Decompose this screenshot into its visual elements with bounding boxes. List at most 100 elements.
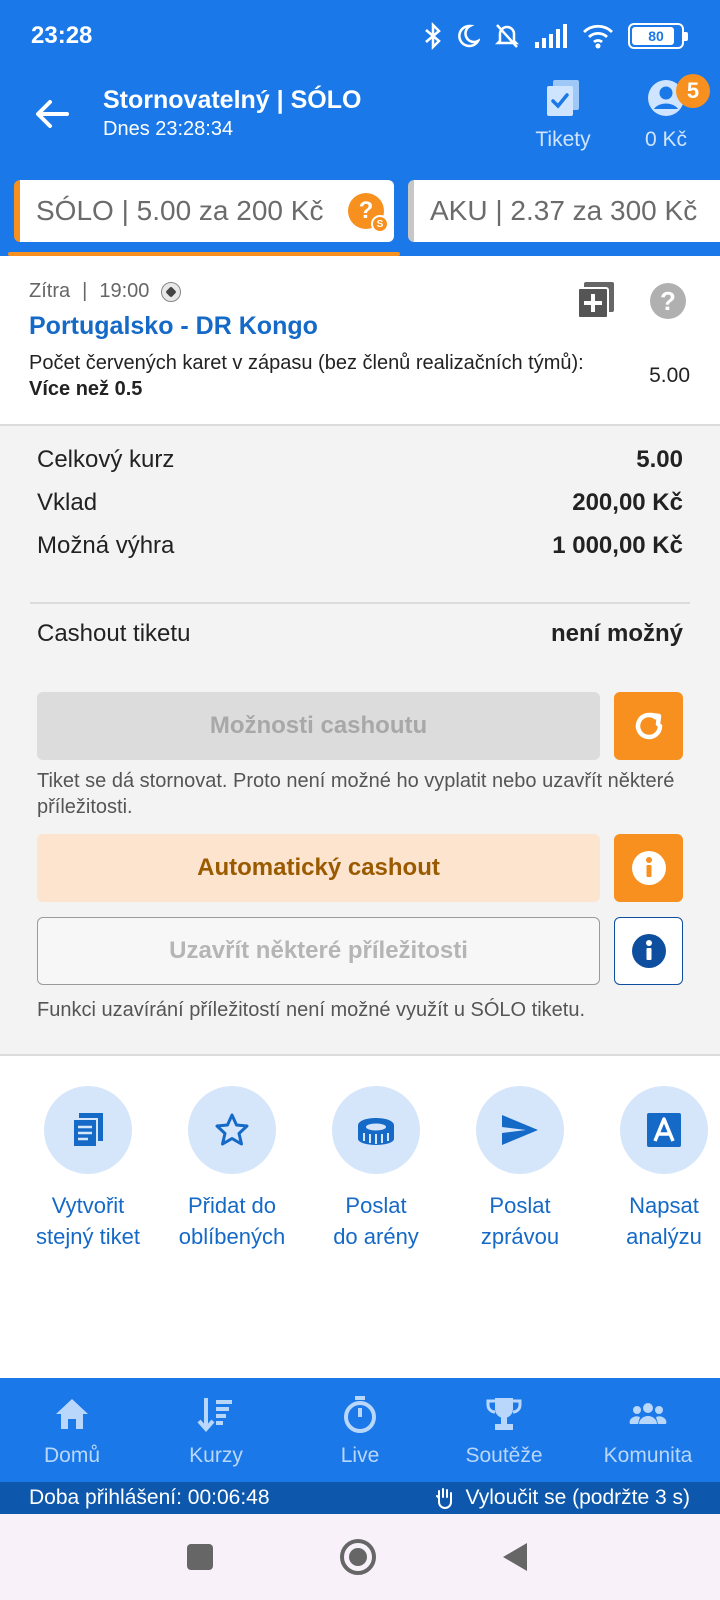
community-icon	[629, 1403, 667, 1424]
action-label-line1: Vytvořit	[51, 1193, 125, 1218]
market-name: Počet červených karet v zápasu (bez člen…	[29, 352, 584, 374]
system-navigation-bar	[0, 1514, 720, 1600]
back-system-button[interactable]	[491, 1534, 541, 1580]
self-exclude-label: Vyloučit se (podržte 3 s)	[465, 1486, 690, 1509]
stake-label: Vklad	[37, 489, 98, 516]
action-label-line2: analýzu	[626, 1224, 702, 1249]
nav-souteze-label: Soutěže	[465, 1444, 543, 1467]
action-label-line2: do arény	[333, 1224, 419, 1249]
star-icon	[215, 1113, 249, 1146]
bluetooth-icon	[425, 22, 441, 50]
football-icon	[161, 281, 182, 302]
close-opportunities-info-button[interactable]	[614, 917, 683, 985]
write-analysis-action[interactable]: Napsat analýzu	[594, 1086, 720, 1252]
refresh-button[interactable]	[614, 692, 683, 760]
ticket-summary: Celkový kurz 5.00 Vklad 200,00 Kč Možná …	[0, 426, 720, 1056]
balance-label: 0 Kč	[644, 128, 688, 151]
page-title: Stornovatelný | SÓLO	[103, 86, 362, 114]
tab-aku[interactable]: AKU | 2.37 za 300 Kč	[408, 180, 720, 242]
battery-level: 80	[648, 28, 664, 44]
action-label-line1: Přidat do	[187, 1193, 277, 1218]
action-label-line1: Napsat	[629, 1193, 699, 1218]
page-subtitle: Dnes 23:28:34	[103, 118, 234, 140]
top-header-area: 23:28 80 Stornovatelný | SÓLO Dnes 23:28…	[0, 0, 720, 256]
event-datetime: Zítra | 19:00	[29, 280, 182, 303]
app-bar: Stornovatelný | SÓLO Dnes 23:28:34 Tiket…	[0, 72, 720, 172]
action-label-line1: Poslat	[489, 1193, 551, 1218]
summary-divider	[30, 602, 690, 604]
total-odds-row: Celkový kurz 5.00	[37, 446, 683, 474]
tikety-button[interactable]: Tikety	[525, 78, 601, 152]
tickets-icon	[547, 80, 579, 116]
nav-kurzy[interactable]: Kurzy	[156, 1394, 276, 1468]
arrow-left-icon	[36, 100, 69, 128]
battery-icon: 80	[628, 23, 688, 49]
home-icon	[56, 1399, 88, 1429]
possible-win-row: Možná výhra 1 000,00 Kč	[37, 532, 683, 560]
possible-win-label: Možná výhra	[37, 532, 175, 559]
self-exclude-button[interactable]: Vyloučit se (podržte 3 s)	[434, 1486, 690, 1510]
trophy-icon	[486, 1398, 522, 1430]
triangle-back-icon	[503, 1543, 527, 1571]
nav-komunita-label: Komunita	[603, 1444, 693, 1467]
send-message-action[interactable]: Poslat zprávou	[450, 1086, 590, 1252]
event-odd: 5.00	[649, 364, 690, 387]
tab-solo[interactable]: SÓLO | 5.00 za 200 Kč ? S	[14, 180, 394, 242]
recent-apps-button[interactable]	[175, 1534, 225, 1580]
cashout-row: Cashout tiketu není možný	[37, 620, 683, 648]
possible-win-value: 1 000,00 Kč	[552, 532, 683, 559]
event-help-icon[interactable]: ?	[650, 283, 686, 319]
action-label-line2: zprávou	[480, 1224, 560, 1249]
tab-solo-label: SÓLO | 5.00 za 200 Kč	[36, 195, 324, 226]
odds-icon	[197, 1398, 232, 1433]
auto-cashout-button[interactable]: Automatický cashout	[37, 834, 600, 902]
nav-live[interactable]: Live	[300, 1394, 420, 1468]
send-to-arena-action[interactable]: Poslat do arény	[306, 1086, 446, 1252]
add-to-ticket-icon[interactable]	[576, 280, 616, 320]
help-icon[interactable]: ? S	[348, 193, 389, 233]
bottom-navigation: Domů Kurzy Live Soutěže Komunita	[0, 1378, 720, 1482]
stopwatch-icon	[344, 1396, 376, 1433]
solo-note: Funkci uzavírání příležitostí není možné…	[37, 999, 586, 1021]
signal-icon	[535, 24, 567, 48]
close-opportunities-button[interactable]: Uzavřít některé příležitosti	[37, 917, 600, 985]
action-label-line1: Poslat	[345, 1193, 407, 1218]
back-button[interactable]	[28, 90, 76, 138]
create-same-ticket-action[interactable]: Vytvořit stejný tiket	[18, 1086, 158, 1252]
event-market: Počet červených karet v zápasu (bez člen…	[29, 350, 589, 402]
selection-name: Více než 0.5	[29, 378, 143, 400]
session-duration: Doba přihlášení: 00:06:48	[29, 1486, 270, 1509]
wifi-icon	[583, 24, 613, 49]
nav-komunita[interactable]: Komunita	[588, 1394, 708, 1468]
cashout-label: Cashout tiketu	[37, 620, 191, 647]
tab-aku-label: AKU | 2.37 za 300 Kč	[430, 195, 698, 226]
cashout-options-button[interactable]: Možnosti cashoutu	[37, 692, 600, 760]
auto-cashout-info-button[interactable]	[614, 834, 683, 902]
home-system-button[interactable]	[333, 1534, 383, 1580]
ticket-tabs: SÓLO | 5.00 za 200 Kč ? S AKU | 2.37 za 3…	[0, 180, 720, 256]
arena-icon	[358, 1118, 394, 1145]
nav-kurzy-label: Kurzy	[189, 1444, 243, 1467]
event-teams[interactable]: Portugalsko - DR Kongo	[29, 312, 318, 341]
add-to-favorites-action[interactable]: Přidat do oblíbených	[162, 1086, 302, 1252]
info-icon	[631, 851, 666, 885]
status-icons: 80	[424, 18, 688, 54]
notification-badge: 5	[676, 74, 710, 108]
stake-value: 200,00 Kč	[572, 489, 683, 516]
event-time: 19:00	[99, 280, 150, 302]
nav-souteze[interactable]: Soutěže	[444, 1394, 564, 1468]
send-icon	[502, 1115, 538, 1145]
nav-live-label: Live	[340, 1444, 380, 1467]
tikety-label: Tikety	[535, 128, 591, 151]
status-bar: 23:28 80	[0, 0, 720, 72]
circle-icon	[340, 1539, 376, 1575]
cashout-value: není možný	[550, 620, 683, 647]
total-odds-label: Celkový kurz	[37, 446, 175, 473]
event-card[interactable]: Zítra | 19:00 ? Portugalsko - DR Kongo P…	[0, 256, 720, 426]
action-label-line2: stejný tiket	[36, 1224, 140, 1249]
status-time: 23:28	[31, 22, 93, 49]
event-date: Zítra	[29, 280, 71, 302]
action-label-line2: oblíbených	[178, 1224, 286, 1249]
nav-home[interactable]: Domů	[12, 1394, 132, 1468]
account-button[interactable]: 0 Kč 5	[628, 74, 710, 152]
